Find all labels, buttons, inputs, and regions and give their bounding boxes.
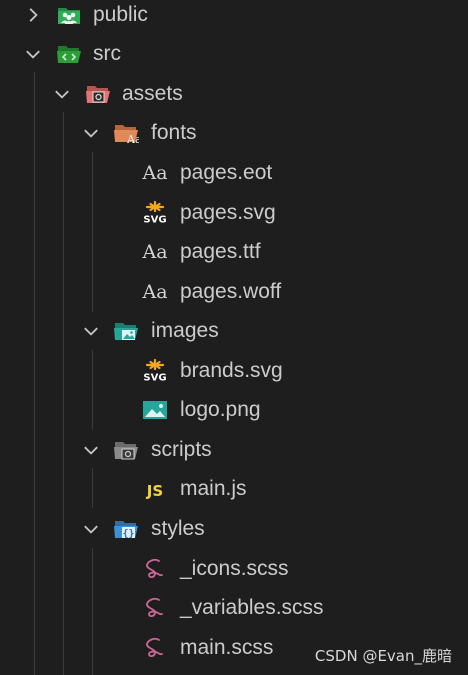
- tree-item-label: images: [151, 319, 219, 342]
- watermark: CSDN @Evan_鹿暗: [314, 647, 452, 665]
- styles-folder-open-icon: {}: [113, 516, 139, 542]
- svg-file-icon: SVG: [142, 200, 168, 226]
- tree-item-brands-svg[interactable]: SVG brands.svg: [0, 351, 468, 391]
- tree-item-label: assets: [122, 82, 183, 105]
- tree-item-label: pages.svg: [180, 201, 276, 224]
- tree-item-images[interactable]: images: [0, 311, 468, 351]
- font-file-icon: Aa: [142, 241, 168, 263]
- tree-item-logo-png[interactable]: logo.png: [0, 390, 468, 430]
- chevron-down-icon[interactable]: [82, 441, 100, 459]
- tree-item-variables-scss[interactable]: _variables.scss: [0, 588, 468, 628]
- tree-item-label: main.js: [180, 477, 247, 500]
- tree-item-src[interactable]: src: [0, 34, 468, 74]
- tree-item-assets[interactable]: assets: [0, 74, 468, 114]
- tree-item-pages-svg[interactable]: SVG pages.svg: [0, 193, 468, 233]
- chevron-down-icon[interactable]: [82, 322, 100, 340]
- font-file-icon: Aa: [142, 281, 168, 303]
- tree-item-label: scripts: [151, 438, 212, 461]
- tree-item-scripts[interactable]: scripts: [0, 430, 468, 470]
- tree-item-label: _icons.scss: [180, 557, 289, 580]
- fonts-folder-open-icon: Aa: [113, 120, 139, 146]
- tree-item-label: _variables.scss: [180, 596, 324, 619]
- tree-item-fonts[interactable]: Aa fonts: [0, 113, 468, 153]
- font-file-icon: Aa: [142, 162, 168, 184]
- tree-item-label: logo.png: [180, 398, 261, 421]
- tree-item-public[interactable]: public: [0, 0, 468, 35]
- file-explorer-tree: public src assets Aa fonts Aa pages.eot …: [0, 0, 468, 675]
- tree-item-label: pages.eot: [180, 161, 273, 184]
- tree-item-main-js[interactable]: JS main.js: [0, 469, 468, 509]
- svg-text:{}: {}: [122, 529, 134, 540]
- chevron-down-icon[interactable]: [82, 520, 100, 538]
- tree-item-label: styles: [151, 517, 205, 540]
- chevron-right-icon[interactable]: [24, 6, 42, 24]
- tree-item-label: pages.woff: [180, 280, 282, 303]
- tree-item-pages-woff[interactable]: Aa pages.woff: [0, 272, 468, 312]
- tree-item-icons-scss[interactable]: _icons.scss: [0, 549, 468, 589]
- javascript-file-icon: JS: [142, 476, 168, 502]
- tree-item-label: public: [93, 3, 148, 26]
- scripts-folder-open-icon: [113, 437, 139, 463]
- svg-text:SVG: SVG: [143, 373, 166, 384]
- tree-item-label: fonts: [151, 121, 197, 144]
- tree-item-styles[interactable]: {} styles: [0, 509, 468, 549]
- public-folder-icon: [56, 2, 82, 28]
- sass-file-icon: [142, 635, 168, 661]
- tree-item-label: main.scss: [180, 636, 274, 659]
- sass-file-icon: [142, 556, 168, 582]
- svg-text:SVG: SVG: [143, 215, 166, 226]
- svg-text:Aa: Aa: [126, 133, 139, 146]
- chevron-down-icon[interactable]: [53, 85, 71, 103]
- svg-file-icon: SVG: [142, 358, 168, 384]
- chevron-down-icon[interactable]: [82, 124, 100, 142]
- tree-item-pages-eot[interactable]: Aa pages.eot: [0, 153, 468, 193]
- assets-folder-open-icon: [85, 81, 111, 107]
- tree-item-label: brands.svg: [180, 359, 283, 382]
- tree-item-pages-ttf[interactable]: Aa pages.ttf: [0, 232, 468, 272]
- sass-file-icon: [142, 595, 168, 621]
- svg-text:JS: JS: [146, 482, 163, 500]
- tree-item-label: src: [93, 42, 121, 65]
- tree-item-label: pages.ttf: [180, 240, 261, 263]
- image-file-icon: [142, 397, 168, 423]
- images-folder-open-icon: [113, 318, 139, 344]
- chevron-down-icon[interactable]: [24, 45, 42, 63]
- src-folder-open-icon: [56, 41, 82, 67]
